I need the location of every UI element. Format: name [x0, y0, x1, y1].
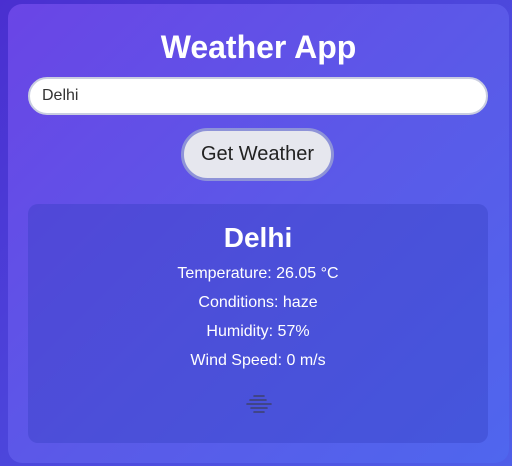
humidity-label: Humidity:: [206, 323, 274, 340]
conditions-label: Conditions:: [198, 294, 279, 311]
weather-card: Weather App Get Weather Delhi Temperatur…: [8, 4, 509, 463]
city-search-input[interactable]: [28, 77, 488, 115]
temperature-line: Temperature: 26.05 °C: [28, 264, 488, 284]
wind-speed-label: Wind Speed:: [190, 352, 283, 369]
result-city-name: Delhi: [223, 222, 293, 253]
humidity-value: 57%: [277, 323, 310, 340]
get-weather-button[interactable]: Get Weather: [181, 128, 334, 181]
conditions-value: haze: [282, 294, 318, 311]
temperature-label: Temperature:: [177, 265, 272, 282]
haze-icon: [246, 395, 272, 413]
conditions-line: Conditions: haze: [28, 293, 488, 313]
app-title: Weather App: [160, 29, 357, 65]
temperature-value: 26.05 °C: [276, 265, 339, 282]
humidity-line: Humidity: 57%: [28, 322, 488, 342]
wind-speed-line: Wind Speed: 0 m/s: [28, 351, 488, 371]
weather-result-panel: Delhi Temperature: 26.05 °C Conditions: …: [28, 204, 488, 443]
wind-speed-value: 0 m/s: [286, 352, 326, 369]
